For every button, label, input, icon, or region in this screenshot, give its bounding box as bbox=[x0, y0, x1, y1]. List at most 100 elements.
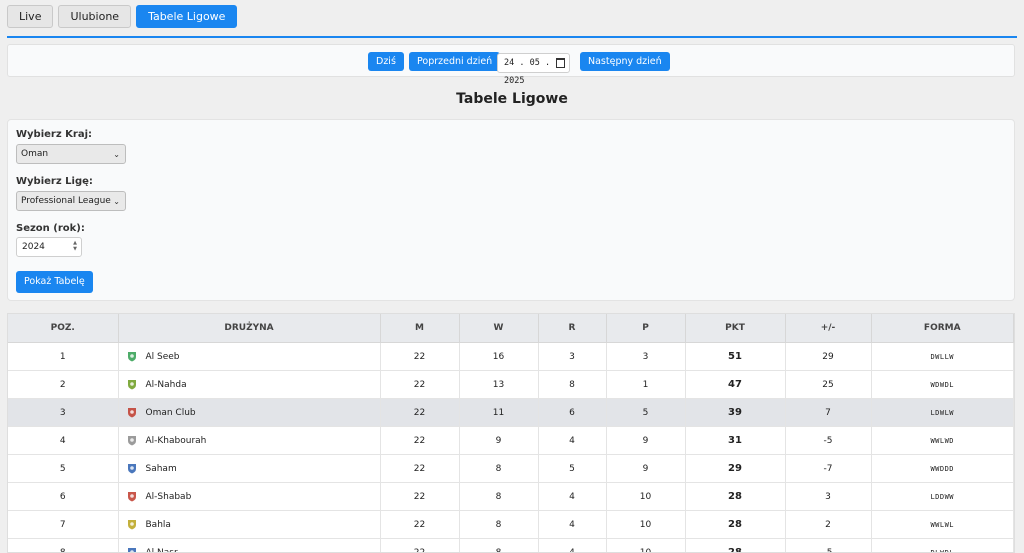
wins-cell: 9 bbox=[459, 427, 538, 455]
form-cell: DWLLW bbox=[871, 343, 1014, 371]
show-table-button[interactable]: Pokaż Tabelę bbox=[16, 271, 93, 293]
country-select[interactable]: Oman ⌄ bbox=[16, 144, 126, 164]
matches-cell: 22 bbox=[380, 399, 459, 427]
position-cell: 6 bbox=[8, 483, 118, 511]
form-cell: WWLWL bbox=[871, 511, 1014, 539]
standings-table: POZ. DRUŻYNA M W R P PKT +/- FORMA 1Al S… bbox=[8, 314, 1014, 553]
position-cell: 3 bbox=[8, 399, 118, 427]
form-cell: LDWLW bbox=[871, 399, 1014, 427]
team-name[interactable]: Al-Khabourah bbox=[146, 436, 207, 446]
losses-cell: 9 bbox=[606, 455, 685, 483]
season-label: Sezon (rok): bbox=[16, 223, 85, 234]
table-row[interactable]: 1Al Seeb2216335129DWLLW bbox=[8, 343, 1014, 371]
matches-cell: 22 bbox=[380, 539, 459, 553]
chevron-down-icon: ⌄ bbox=[113, 146, 120, 164]
draws-cell: 3 bbox=[538, 343, 606, 371]
column-header: P bbox=[606, 314, 685, 343]
goal-diff-cell: -7 bbox=[785, 455, 871, 483]
losses-cell: 10 bbox=[606, 511, 685, 539]
losses-cell: 3 bbox=[606, 343, 685, 371]
team-cell: Al Nasr bbox=[118, 539, 380, 553]
filter-panel bbox=[7, 119, 1015, 301]
column-header: W bbox=[459, 314, 538, 343]
team-cell: Al Seeb bbox=[118, 343, 380, 371]
team-name[interactable]: Bahla bbox=[146, 520, 171, 530]
draws-cell: 6 bbox=[538, 399, 606, 427]
wins-cell: 8 bbox=[459, 455, 538, 483]
wins-cell: 8 bbox=[459, 539, 538, 553]
team-logo-icon bbox=[127, 519, 137, 530]
team-cell: Oman Club bbox=[118, 399, 380, 427]
position-cell: 4 bbox=[8, 427, 118, 455]
team-logo-icon bbox=[127, 379, 137, 390]
column-header: POZ. bbox=[8, 314, 118, 343]
team-name[interactable]: Al-Shabab bbox=[146, 492, 192, 502]
tab-live[interactable]: Live bbox=[7, 5, 53, 28]
draws-cell: 4 bbox=[538, 427, 606, 455]
losses-cell: 1 bbox=[606, 371, 685, 399]
table-row[interactable]: 7Bahla228410282WWLWL bbox=[8, 511, 1014, 539]
team-logo-icon bbox=[127, 435, 137, 446]
team-name[interactable]: Al Seeb bbox=[146, 352, 180, 362]
column-header: PKT bbox=[685, 314, 785, 343]
matches-cell: 22 bbox=[380, 371, 459, 399]
draws-cell: 4 bbox=[538, 539, 606, 553]
table-row[interactable]: 8Al Nasr22841028-5DLWDL bbox=[8, 539, 1014, 553]
form-cell: WWLWD bbox=[871, 427, 1014, 455]
next-day-button[interactable]: Następny dzień bbox=[580, 52, 670, 71]
position-cell: 5 bbox=[8, 455, 118, 483]
previous-day-button[interactable]: Poprzedni dzień bbox=[409, 52, 500, 71]
losses-cell: 5 bbox=[606, 399, 685, 427]
spinner-icon[interactable]: ▲▼ bbox=[73, 240, 77, 252]
league-select[interactable]: Professional League ⌄ bbox=[16, 191, 126, 211]
points-cell: 31 bbox=[685, 427, 785, 455]
team-cell: Al-Shabab bbox=[118, 483, 380, 511]
column-header: DRUŻYNA bbox=[118, 314, 380, 343]
tab-league-tables[interactable]: Tabele Ligowe bbox=[136, 5, 237, 28]
points-cell: 29 bbox=[685, 455, 785, 483]
team-name[interactable]: Oman Club bbox=[146, 408, 196, 418]
goal-diff-cell: -5 bbox=[785, 427, 871, 455]
season-value: 2024 bbox=[22, 242, 45, 252]
draws-cell: 4 bbox=[538, 483, 606, 511]
today-button[interactable]: Dziś bbox=[368, 52, 404, 71]
team-logo-icon bbox=[127, 463, 137, 474]
team-logo-icon bbox=[127, 407, 137, 418]
matches-cell: 22 bbox=[380, 455, 459, 483]
league-label: Wybierz Ligę: bbox=[16, 176, 93, 187]
team-name[interactable]: Al Nasr bbox=[146, 548, 178, 553]
points-cell: 47 bbox=[685, 371, 785, 399]
form-cell: WWDDD bbox=[871, 455, 1014, 483]
draws-cell: 4 bbox=[538, 511, 606, 539]
team-logo-icon bbox=[127, 491, 137, 502]
position-cell: 8 bbox=[8, 539, 118, 553]
wins-cell: 8 bbox=[459, 483, 538, 511]
table-row[interactable]: 4Al-Khabourah2294931-5WWLWD bbox=[8, 427, 1014, 455]
table-row[interactable]: 2Al-Nahda2213814725WDWDL bbox=[8, 371, 1014, 399]
wins-cell: 13 bbox=[459, 371, 538, 399]
position-cell: 2 bbox=[8, 371, 118, 399]
goal-diff-cell: 25 bbox=[785, 371, 871, 399]
points-cell: 39 bbox=[685, 399, 785, 427]
matches-cell: 22 bbox=[380, 483, 459, 511]
matches-cell: 22 bbox=[380, 427, 459, 455]
goal-diff-cell: 29 bbox=[785, 343, 871, 371]
losses-cell: 10 bbox=[606, 539, 685, 553]
team-cell: Al-Khabourah bbox=[118, 427, 380, 455]
table-row[interactable]: 3Oman Club221165397LDWLW bbox=[8, 399, 1014, 427]
column-header: +/- bbox=[785, 314, 871, 343]
draws-cell: 5 bbox=[538, 455, 606, 483]
team-name[interactable]: Saham bbox=[146, 464, 177, 474]
date-input[interactable]: 24 . 05 . 2025 bbox=[497, 53, 570, 73]
losses-cell: 9 bbox=[606, 427, 685, 455]
tab-favorites[interactable]: Ulubione bbox=[58, 5, 131, 28]
table-row[interactable]: 6Al-Shabab228410283LDDWW bbox=[8, 483, 1014, 511]
season-input[interactable]: 2024 ▲▼ bbox=[16, 237, 82, 257]
country-select-value: Oman bbox=[21, 149, 48, 159]
calendar-icon[interactable] bbox=[556, 58, 565, 68]
team-name[interactable]: Al-Nahda bbox=[146, 380, 187, 390]
table-row[interactable]: 5Saham2285929-7WWDDD bbox=[8, 455, 1014, 483]
standings-table-container: POZ. DRUŻYNA M W R P PKT +/- FORMA 1Al S… bbox=[7, 313, 1015, 553]
league-select-value: Professional League bbox=[21, 196, 111, 206]
matches-cell: 22 bbox=[380, 343, 459, 371]
